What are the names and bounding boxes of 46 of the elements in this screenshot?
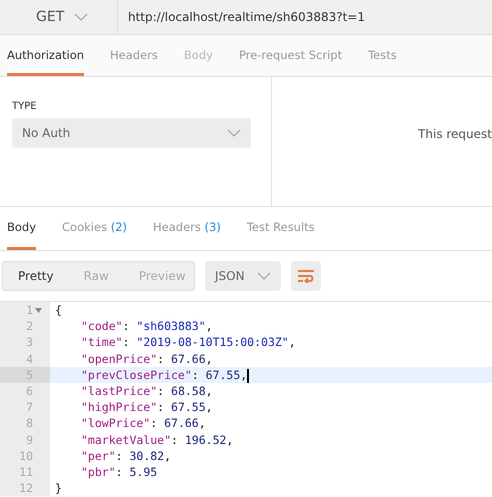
request-tab[interactable]: Headers [110, 35, 158, 76]
code-line: "per": 30.82, [81, 448, 172, 463]
code-line: "pbr": 5.95 [81, 464, 158, 479]
code-line: "openPrice": 67.66, [81, 352, 213, 366]
code-line: "marketValue": 196.52, [81, 432, 234, 446]
wrap-lines-icon [296, 269, 315, 283]
request-tab[interactable]: Authorization [7, 35, 84, 76]
line-number: 11 [19, 464, 33, 480]
line-number: 2 [26, 318, 33, 334]
auth-type-dropdown[interactable]: No Auth [12, 118, 252, 148]
line-number: 1 [26, 302, 33, 318]
view-mode-button[interactable]: Preview [124, 262, 201, 290]
request-tab[interactable]: Tests [368, 35, 397, 76]
chevron-down-icon [256, 272, 271, 280]
line-number: 9 [26, 432, 33, 448]
code-line: "prevClosePrice": 67.55, [81, 368, 248, 382]
chevron-down-icon [227, 129, 242, 137]
response-tab[interactable]: Cookies (2) [62, 209, 128, 250]
wrap-lines-button[interactable] [290, 261, 321, 291]
line-number: 3 [26, 334, 33, 351]
line-number: 8 [26, 415, 33, 432]
line-number: 7 [26, 399, 33, 416]
text-cursor [247, 368, 249, 383]
view-mode-button[interactable]: Raw [68, 262, 124, 290]
line-number: 4 [26, 350, 33, 367]
code-line: "time": "2019-08-10T15:00:03Z", [81, 335, 296, 350]
format-dropdown[interactable]: JSON [205, 261, 281, 291]
line-number: 12 [19, 480, 33, 496]
code-line: } [55, 481, 62, 496]
code-line: "lastPrice": 68.58, [81, 384, 213, 398]
code-line: "highPrice": 67.55, [81, 400, 213, 414]
type-label: TYPE [12, 100, 38, 114]
code-line: "code": "sh603883", [81, 319, 213, 334]
url-field[interactable]: http://localhost/realtime/sh603883?t=1 [118, 0, 492, 34]
line-number: 10 [19, 448, 33, 464]
line-number: 6 [26, 382, 33, 400]
method-dropdown[interactable]: GET [0, 0, 118, 34]
code-line: "lowPrice": 67.66, [81, 416, 206, 430]
response-tab[interactable]: Test Results [246, 209, 315, 250]
auth-note: This request [417, 126, 492, 143]
code-line: { [55, 303, 62, 317]
response-tab[interactable]: Headers (3) [153, 209, 221, 250]
view-mode-button[interactable]: Pretty [3, 262, 69, 290]
response-tab[interactable]: Body [7, 209, 36, 250]
chevron-down-icon [74, 13, 88, 21]
request-tab[interactable]: Pre-request Script [238, 35, 342, 76]
